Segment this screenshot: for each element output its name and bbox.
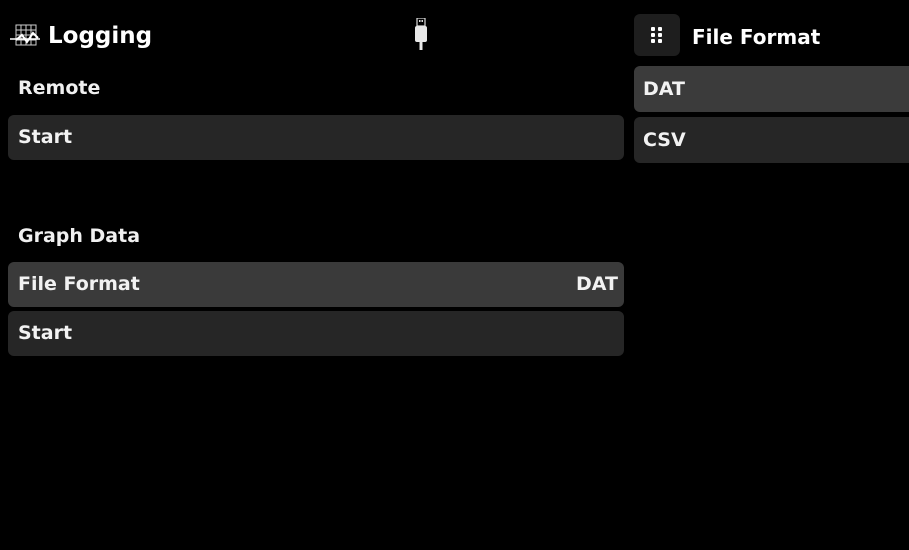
usb-icon [415,18,427,50]
panel-title: File Format [692,25,821,49]
file-format-panel-header: File Format [634,10,909,58]
file-format-label: File Format [18,273,140,295]
remote-start-label: Start [18,126,73,148]
page-title: Logging [48,23,153,49]
graph-start-button[interactable]: Start [8,311,624,356]
file-format-row[interactable]: File Format DAT [8,262,624,307]
option-csv[interactable]: CSV [634,117,909,163]
title-bar: Logging [8,10,628,58]
file-format-value: DAT [576,273,618,295]
option-dat[interactable]: DAT [634,66,909,112]
chart-grid-icon [10,24,40,46]
graph-start-label: Start [18,322,73,344]
option-csv-label: CSV [643,129,686,151]
graph-data-section-label: Graph Data [18,225,141,247]
remote-start-button[interactable]: Start [8,115,624,160]
remote-section-label: Remote [18,77,101,99]
grid-dots-icon[interactable] [634,14,680,56]
option-dat-label: DAT [643,78,685,100]
logging-screen: Logging Remote Start Graph Data File For… [8,10,909,550]
